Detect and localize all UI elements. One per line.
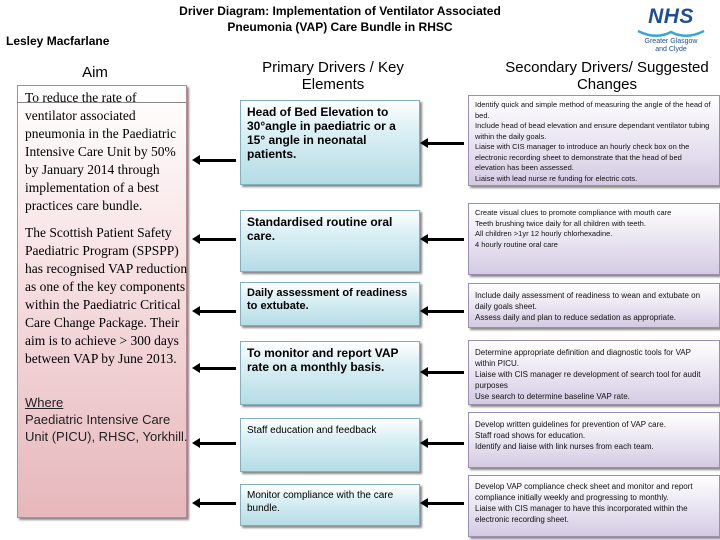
primary-driver-box: To monitor and report VAP rate on a mont… xyxy=(240,341,420,405)
secondary-driver-item: Develop written guidelines for preventio… xyxy=(475,420,666,429)
arrow-left-icon xyxy=(420,438,464,448)
where-text: Paediatric Intensive Care Unit (PICU), R… xyxy=(25,412,188,444)
secondary-driver-item: Staff road shows for education. xyxy=(475,431,586,440)
secondary-driver-item: Use search to determine baseline VAP rat… xyxy=(475,392,630,401)
arrow-left-icon xyxy=(420,138,464,148)
secondary-driver-item: Determine appropriate definition and dia… xyxy=(475,348,691,368)
secondary-driver-item: Liaise with CIS manager to have this inc… xyxy=(475,504,688,524)
primary-driver-box: Standardised routine oral care. xyxy=(240,210,420,272)
secondary-driver-item: Create visual clues to promote complianc… xyxy=(475,208,672,217)
arrow-left-icon xyxy=(420,498,464,508)
nhs-logo-text: NHS xyxy=(648,5,694,28)
primary-driver-box: Staff education and feedback xyxy=(240,418,420,472)
secondary-driver-item: Liaise with CIS manager re development o… xyxy=(475,370,701,390)
aim-context: The Scottish Patient Safety Paediatric P… xyxy=(25,225,188,366)
aim-box: To reduce the rate of ventilator associa… xyxy=(17,85,190,518)
primary-driver-box: Head of Bed Elevation to 30°angle in pae… xyxy=(240,100,420,185)
secondary-driver-item: All children >1yr 12 hourly chlorhexadin… xyxy=(475,229,613,238)
wave-icon xyxy=(637,29,705,37)
secondary-driver-box: Identify quick and simple method of meas… xyxy=(468,95,720,186)
arrow-left-icon xyxy=(420,367,464,377)
where-label: Where xyxy=(25,395,64,410)
secondary-driver-item: Liaise with CIS manager to introduce an … xyxy=(475,142,690,172)
secondary-driver-box: Develop VAP compliance check sheet and m… xyxy=(468,475,720,537)
primary-drivers-heading: Primary Drivers / Key Elements xyxy=(262,59,404,93)
arrow-left-icon xyxy=(192,155,236,165)
title-line-2: Pneumonia (VAP) Care Bundle in RHSC xyxy=(227,20,453,34)
secondary-driver-item: Include head of bead elevation and ensur… xyxy=(475,121,710,141)
aim-where: Where Paediatric Intensive Care Unit (PI… xyxy=(25,394,190,445)
secondary-driver-box: Create visual clues to promote complianc… xyxy=(468,203,720,275)
title-line-1: Driver Diagram: Implementation of Ventil… xyxy=(179,4,501,18)
arrow-left-icon xyxy=(420,234,464,244)
aim-statement: To reduce the rate of ventilator associa… xyxy=(25,90,177,213)
secondary-driver-item: Identify and liaise with link nurses fro… xyxy=(475,442,654,451)
arrow-left-icon xyxy=(192,498,236,508)
arrow-left-icon xyxy=(192,438,236,448)
primary-driver-box: Daily assessment of readiness to extubat… xyxy=(240,282,420,326)
arrow-left-icon xyxy=(192,234,236,244)
secondary-driver-item: Include daily assessment of readiness to… xyxy=(475,291,701,311)
secondary-driver-item: Liaise with lead nurse re funding for el… xyxy=(475,173,638,183)
secondary-driver-item: Teeth brushing twice daily for all child… xyxy=(475,218,646,228)
primary-driver-box: Monitor compliance with the care bundle. xyxy=(240,484,420,526)
arrow-left-icon xyxy=(192,363,236,373)
secondary-driver-box: Develop written guidelines for preventio… xyxy=(468,412,720,468)
nhs-logo-sub-2: and Clyde xyxy=(655,46,687,53)
secondary-driver-item: Identify quick and simple method of meas… xyxy=(475,100,711,120)
secondary-driver-item: Develop VAP compliance check sheet and m… xyxy=(475,482,693,502)
arrow-left-icon xyxy=(420,306,464,316)
nhs-logo: NHS Greater Glasgow and Clyde xyxy=(626,6,716,56)
secondary-driver-item: Assess daily and plan to reduce sedation… xyxy=(475,313,677,322)
secondary-driver-box: Determine appropriate definition and dia… xyxy=(468,340,720,405)
secondary-driver-item: 4 hourly routine oral care xyxy=(475,239,558,249)
secondary-drivers-heading: Secondary Drivers/ Suggested Changes xyxy=(505,59,709,93)
diagram-title: Driver Diagram: Implementation of Ventil… xyxy=(150,3,530,35)
secondary-driver-box: Include daily assessment of readiness to… xyxy=(468,283,720,328)
arrow-left-icon xyxy=(192,306,236,316)
nhs-logo-sub-1: Greater Glasgow xyxy=(644,38,698,45)
aim-heading: Aim xyxy=(82,64,108,81)
author-name: Lesley Macfarlane xyxy=(6,34,110,48)
